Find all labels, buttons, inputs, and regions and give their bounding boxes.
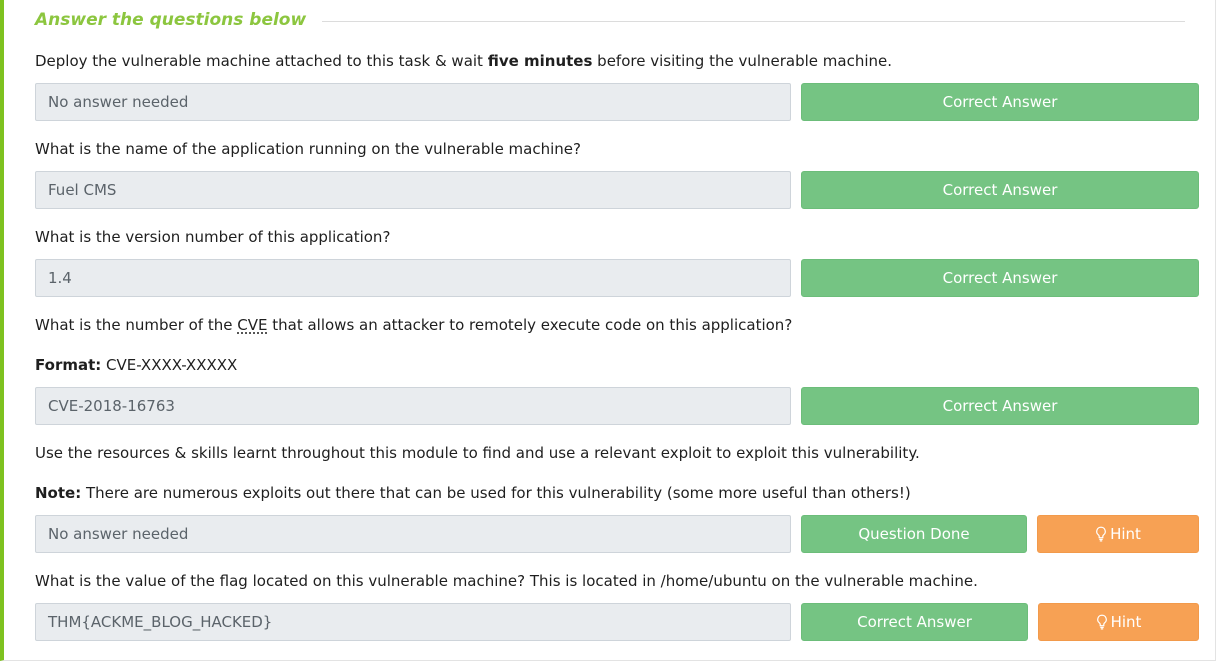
question-3-text: What is the version number of this appli… — [35, 228, 391, 246]
section-divider — [322, 20, 1185, 22]
question-2-answer-field[interactable]: Fuel CMS — [35, 171, 791, 209]
question-4-format: Format: CVE-XXXX-XXXXX — [35, 355, 237, 375]
note-value: There are numerous exploits out there th… — [81, 484, 911, 502]
question-4-text-end: that allows an attacker to remotely exec… — [267, 316, 793, 334]
question-1-text-bold: five minutes — [487, 52, 593, 70]
lightbulb-icon — [1096, 526, 1106, 542]
question-4-text-start: What is the number of the — [35, 316, 238, 334]
question-4-answer-field[interactable]: CVE-2018-16763 — [35, 387, 791, 425]
question-6-hint-button[interactable]: Hint — [1038, 603, 1199, 641]
question-4-text: What is the number of the CVE that allow… — [35, 315, 792, 335]
question-1-text: Deploy the vulnerable machine attached t… — [35, 51, 892, 71]
task-answer-panel: Answer the questions below Deploy the vu… — [0, 0, 1216, 661]
question-6-answer-field[interactable]: THM{ACKME_BLOG_HACKED} — [35, 603, 791, 641]
question-5-question-done-button[interactable]: Question Done — [801, 515, 1027, 553]
question-2-correct-answer-button[interactable]: Correct Answer — [801, 171, 1199, 209]
question-5-answer-field[interactable]: No answer needed — [35, 515, 791, 553]
format-value: CVE-XXXX-XXXXX — [101, 356, 238, 374]
question-1-answer-field[interactable]: No answer needed — [35, 83, 791, 121]
section-title: Answer the questions below — [35, 10, 307, 30]
question-1-text-start: Deploy the vulnerable machine attached t… — [35, 52, 488, 70]
question-3-answer-field[interactable]: 1.4 — [35, 259, 791, 297]
question-2-text: What is the name of the application runn… — [35, 140, 581, 158]
question-5-hint-button[interactable]: Hint — [1037, 515, 1199, 553]
question-1-correct-answer-button[interactable]: Correct Answer — [801, 83, 1199, 121]
lightbulb-icon — [1096, 614, 1107, 630]
question-4-correct-answer-button[interactable]: Correct Answer — [801, 387, 1199, 425]
note-label: Note: — [35, 484, 82, 502]
question-6-hint-label: Hint — [1110, 613, 1142, 631]
section-header: Answer the questions below — [35, 8, 1185, 32]
question-5-note: Note: There are numerous exploits out th… — [35, 483, 911, 503]
question-6-correct-answer-button[interactable]: Correct Answer — [801, 603, 1028, 641]
cve-abbreviation: CVE — [237, 316, 268, 334]
question-6-text: What is the value of the flag located on… — [35, 572, 978, 590]
question-5-hint-label: Hint — [1110, 525, 1141, 543]
question-5-text: Use the resources & skills learnt throug… — [35, 444, 920, 462]
format-label: Format: — [35, 356, 102, 374]
question-1-text-end: before visiting the vulnerable machine. — [592, 52, 893, 70]
question-3-correct-answer-button[interactable]: Correct Answer — [801, 259, 1199, 297]
